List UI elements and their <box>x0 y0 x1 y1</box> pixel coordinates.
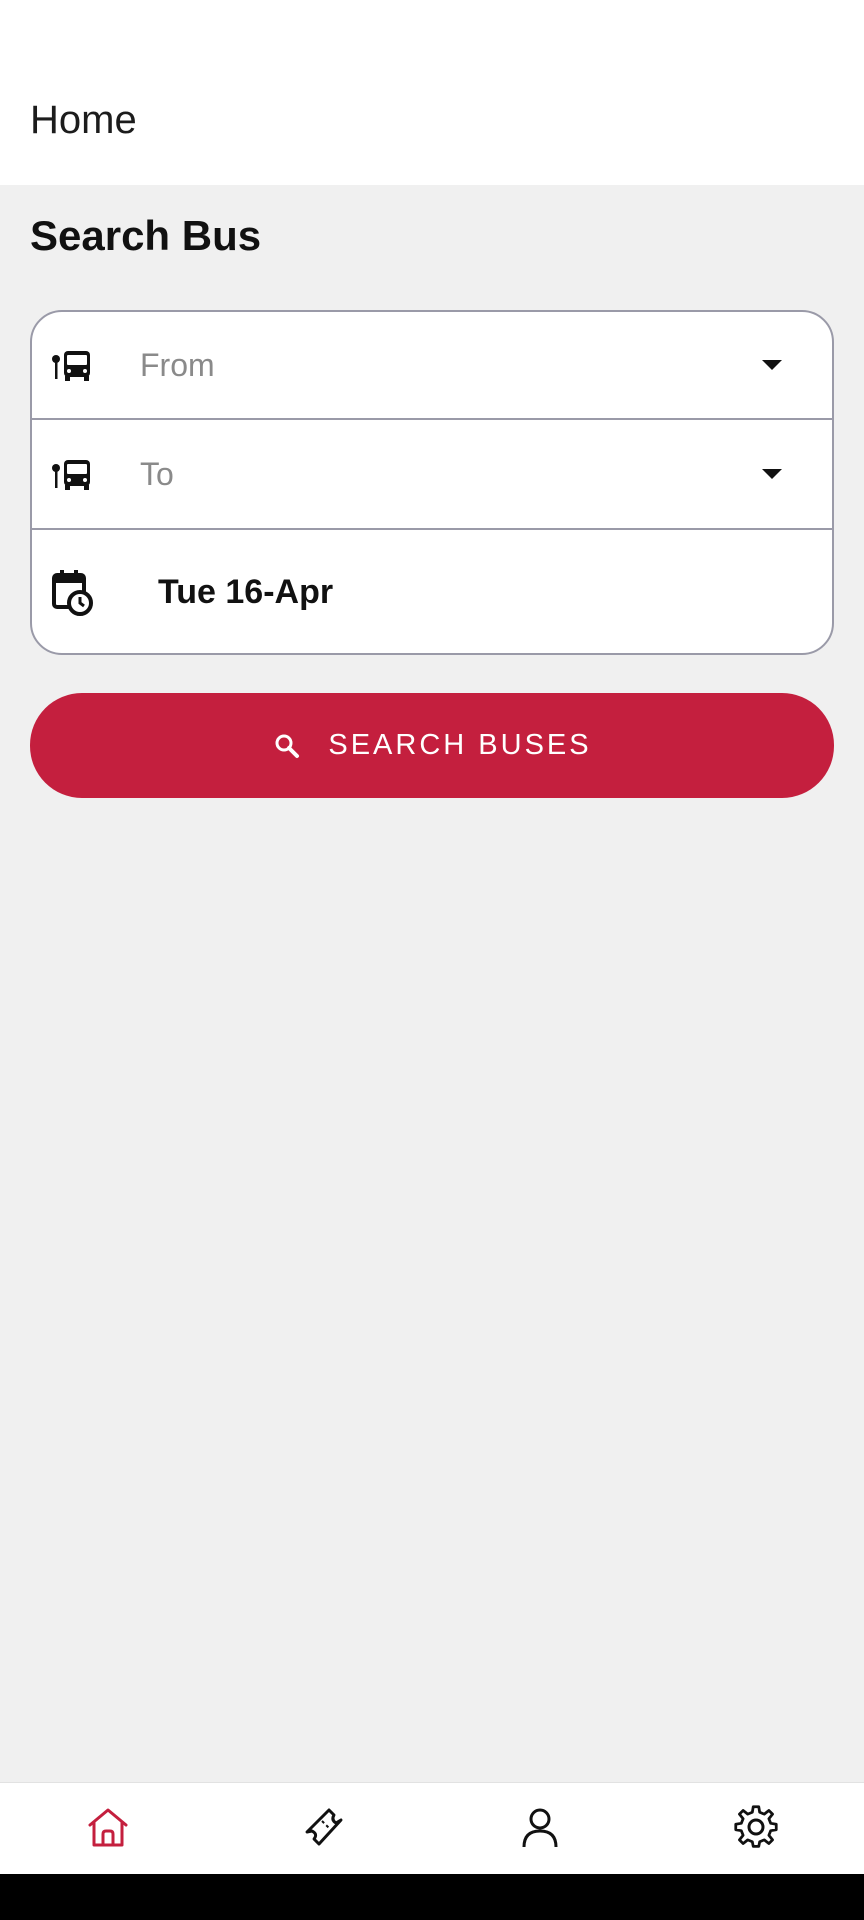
bottom-navigation <box>0 1782 864 1874</box>
ticket-icon <box>301 1804 347 1855</box>
from-field[interactable]: From <box>32 312 832 420</box>
page-title: Home <box>30 98 137 142</box>
from-placeholder: From <box>140 346 215 383</box>
gear-icon <box>733 1804 779 1855</box>
chevron-down-icon[interactable] <box>762 469 782 479</box>
status-bar-area <box>0 0 864 68</box>
nav-item-home[interactable] <box>48 1783 168 1875</box>
search-icon <box>272 731 302 761</box>
calendar-clock-icon <box>50 569 94 616</box>
date-field[interactable]: Tue 16-Apr <box>32 530 832 653</box>
to-placeholder: To <box>140 455 174 492</box>
search-form-card: From To Tue 16-Apr <box>30 310 834 655</box>
home-icon <box>86 1805 130 1854</box>
bus-stop-icon <box>50 343 94 387</box>
person-icon <box>518 1805 562 1854</box>
nav-item-tickets[interactable] <box>264 1783 384 1875</box>
chevron-down-icon[interactable] <box>762 360 782 370</box>
system-navigation-bar <box>0 1874 864 1920</box>
to-field[interactable]: To <box>32 420 832 530</box>
nav-item-profile[interactable] <box>480 1783 600 1875</box>
search-buses-label: SEARCH BUSES <box>328 729 592 761</box>
bus-stop-icon <box>50 452 94 496</box>
selected-date: Tue 16-Apr <box>158 573 334 611</box>
section-title: Search Bus <box>30 212 262 259</box>
nav-item-settings[interactable] <box>696 1783 816 1875</box>
app-bar: Home <box>0 68 864 185</box>
search-buses-button[interactable]: SEARCH BUSES <box>30 693 834 798</box>
